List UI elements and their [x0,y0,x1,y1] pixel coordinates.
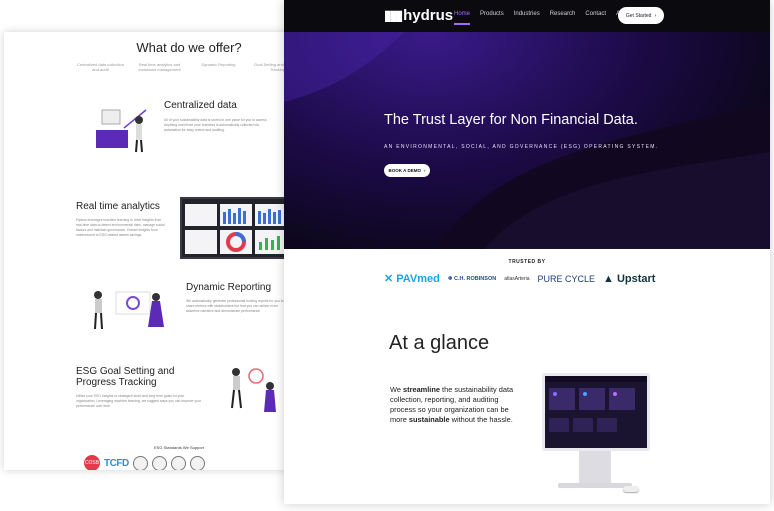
partner-logos: ✕ PAVmed ❄ C.H. ROBINSON atlasArteria PU… [384,272,656,286]
at-a-glance-text: We streamline the sustainability data co… [390,385,514,424]
feature-body: We automatically generate professional l… [186,299,284,313]
section-title: What do we offer? [136,40,242,55]
feature-title: Dynamic Reporting [186,282,272,293]
chevron-right-icon: › [654,12,657,19]
goal-tracking-illustration [231,368,276,412]
category-item[interactable]: Real time analytics and emissions manage… [133,62,186,72]
standard-seal-icon [189,455,205,470]
hero-title: The Trust Layer for Non Financial Data. [384,112,638,128]
feature-title: Real time analytics [76,201,160,212]
get-started-button[interactable]: Get Started › [618,7,664,24]
nav-industries[interactable]: Industries [514,11,540,25]
at-a-glance-title: At a glance [389,332,490,354]
hero-wave-graphic [284,32,770,249]
standards-logos: COSB TCFD [84,455,205,470]
trusted-by-heading: TRUSTED BY [508,259,546,265]
main-menu: Home Products Industries Research Contac… [454,11,632,25]
brand-logo[interactable]: ▮▮▮ hydrus [384,7,453,24]
monitor-base [558,483,632,488]
category-item[interactable]: Centralized data collection and audit [74,62,127,72]
purecycle-logo: PURE CYCLE [537,273,596,284]
centralized-data-illustration [96,109,147,153]
analytics-dashboard-thumbnail [180,197,292,259]
book-demo-label: BOOK A DEMO [388,168,421,173]
nav-products[interactable]: Products [480,11,504,25]
home-page: ▮▮▮ hydrus Home Products Industries Rese… [284,0,770,504]
feature-body: All of your sustainability data is store… [164,118,268,132]
hero-section: The Trust Layer for Non Financial Data. … [284,32,770,249]
hydrus-logo-icon: ▮▮▮ [384,7,403,23]
showcase-stage: What do we offer? Centralized data colle… [0,0,774,511]
brand-name: hydrus [403,7,454,24]
cosb-logo: COSB [84,455,100,470]
feature-title: Centralized data [164,100,237,111]
standard-seal-icon [170,455,186,470]
standard-seal-icon [151,455,167,470]
features-page: What do we offer? Centralized data colle… [4,32,294,470]
mouse-icon [623,486,639,492]
monitor-mockup [542,373,650,451]
top-navbar: ▮▮▮ hydrus Home Products Industries Rese… [284,0,770,32]
chevron-right-icon: › [423,168,426,173]
nav-contact[interactable]: Contact [585,11,606,25]
feature-title: ESG Goal Setting and Progress Tracking [76,366,175,388]
hero-subtitle: AN ENVIRONMENTAL, SOCIAL, AND GOVERNANCE… [384,144,659,150]
feature-body: Utilize your ESG insights to strategize … [76,394,201,408]
pavmed-logo: ✕ PAVmed [384,273,440,285]
app-screenshot [545,376,647,448]
book-demo-button[interactable]: BOOK A DEMO › [384,164,430,177]
dynamic-reporting-illustration [94,291,164,330]
standards-heading: ESG Standards We Support [154,445,204,450]
feature-body: Hydrus leverages machine learning to dri… [76,218,165,237]
get-started-label: Get Started [625,12,652,19]
nav-research[interactable]: Research [550,11,576,25]
upstart-logo: ▲ Upstart [603,272,656,285]
category-row: Centralized data collection and audit Re… [74,62,294,72]
nav-home[interactable]: Home [454,11,471,25]
atlasarteria-logo: atlasArteria [504,275,530,282]
category-item[interactable]: Dynamic Reporting [192,62,245,72]
tcfd-logo: TCFD [104,457,129,469]
monitor-stand [579,451,611,485]
standard-seal-icon [132,455,148,470]
chrobinson-logo: ❄ C.H. ROBINSON [447,275,497,282]
